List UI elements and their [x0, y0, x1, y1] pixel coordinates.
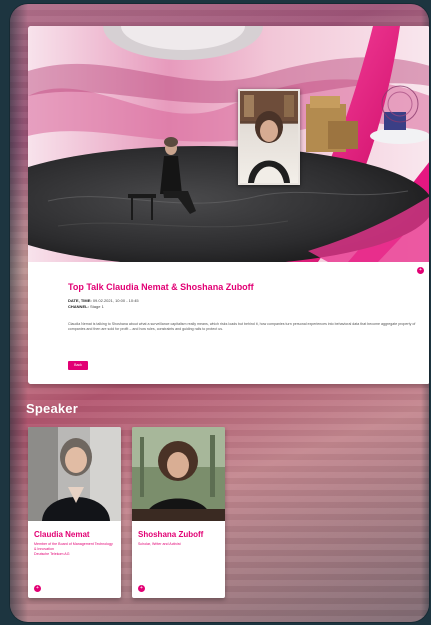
event-card: + Top Talk Claudia Nemat & Shoshana Zubo… [28, 26, 429, 384]
speaker-role: Scholar, Writer and Activist [138, 542, 220, 547]
app-frame: + Top Talk Claudia Nemat & Shoshana Zubo… [10, 4, 429, 622]
speaker-portrait-shoshana-zuboff [132, 427, 225, 521]
speaker-role-text: Scholar, Writer and Activist [138, 542, 181, 546]
speaker-photo [28, 427, 121, 521]
speaker-section-heading: Speaker [26, 401, 78, 416]
speaker-name: Claudia Nemat [34, 530, 90, 539]
speaker-card-claudia-nemat[interactable]: Claudia Nemat Member of the Board of Man… [28, 427, 121, 598]
back-button[interactable]: Back [68, 361, 88, 370]
event-details: + Top Talk Claudia Nemat & Shoshana Zubo… [28, 262, 429, 384]
more-info-icon[interactable]: + [34, 585, 41, 592]
event-channel-value: Stage 1 [90, 304, 104, 309]
frame-shadow-left [10, 4, 28, 622]
speaker-company: Deutsche Telekom AG [34, 552, 70, 556]
event-stream-video[interactable] [28, 26, 429, 262]
inset-video-feed [238, 89, 300, 185]
event-channel-label: CHANNEL: [68, 304, 89, 309]
event-meta: DATE, TIME: 09.02.2021, 10:00 - 10:45 CH… [68, 298, 139, 310]
event-date-label: DATE, TIME: [68, 298, 92, 303]
speaker-role-text: Member of the Board of Management Techno… [34, 542, 113, 551]
event-channel-row: CHANNEL: Stage 1 [68, 304, 139, 310]
speaker-photo [132, 427, 225, 521]
speaker-card-shoshana-zuboff[interactable]: Shoshana Zuboff Scholar, Writer and Acti… [132, 427, 225, 598]
remote-speaker-frame [240, 91, 298, 183]
event-title: Top Talk Claudia Nemat & Shoshana Zuboff [68, 282, 254, 292]
virtual-stage-scene [28, 26, 429, 262]
speaker-role: Member of the Board of Management Techno… [34, 542, 116, 557]
speaker-portrait-claudia-nemat [28, 427, 121, 521]
event-date-value: 09.02.2021, 10:00 - 10:45 [92, 298, 139, 303]
event-description: Claudia Nemat is talking to Shoshana abo… [68, 322, 416, 331]
more-info-icon[interactable]: + [138, 585, 145, 592]
speaker-name: Shoshana Zuboff [138, 530, 204, 539]
expand-icon[interactable]: + [417, 267, 424, 274]
